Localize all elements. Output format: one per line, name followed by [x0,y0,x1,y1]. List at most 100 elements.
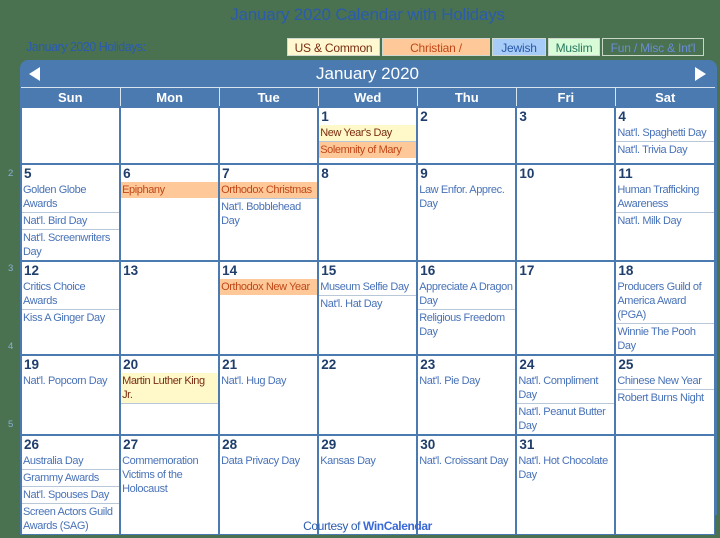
holiday-event[interactable]: Human Trafficking Awareness [616,182,714,213]
day-number: 15 [321,263,337,278]
weekday-header: Wed [317,87,418,107]
day-cell[interactable]: 12 Critics Choice Awards Kiss A Ginger Day [19,260,121,356]
day-number: 7 [222,166,230,181]
day-cell[interactable]: 13 [119,260,220,356]
week-row: 1 New Year's Day Solemnity of Mary 2 3 4 Nat'l… [19,106,716,165]
holiday-event[interactable]: Nat'l. Bobblehead Day [220,199,317,229]
holiday-event[interactable]: Orthodox New Year [220,279,318,295]
holiday-event[interactable]: Kansas Day [319,453,416,469]
holiday-event[interactable]: Museum Selfie Day [319,279,417,296]
day-number: 10 [519,166,535,181]
weekday-header: Thu [416,87,517,107]
legend-christian-catholic[interactable]: Christian / Catholic [382,38,490,73]
holiday-event[interactable]: Nat'l. Peanut Butter Day [517,404,614,434]
day-cell[interactable]: 7 Orthodox Christmas Nat'l. Bobblehead Day [218,163,319,262]
holiday-event[interactable]: Religious Freedom Day [418,310,515,340]
weekday-header: Mon [119,87,220,107]
day-number: 16 [420,263,436,278]
day-number: 17 [519,263,535,278]
legend-fun-misc-intl[interactable]: Fun / Misc & Int'l [602,38,704,56]
holiday-event[interactable]: Producers Guild of America Award (PGA) [616,279,714,324]
holiday-event[interactable]: Robert Burns Night [616,390,714,406]
previous-month-icon[interactable] [29,67,40,81]
holiday-event[interactable]: Orthodox Christmas [220,182,318,199]
day-cell[interactable]: 22 [317,354,418,436]
holiday-event[interactable]: Kiss A Ginger Day [22,310,119,326]
day-cell[interactable]: 8 [317,163,418,262]
day-cell[interactable]: 11 Human Trafficking Awareness Nat'l. Milk… [614,163,716,262]
day-cell[interactable]: 3 [515,106,616,165]
holiday-event[interactable]: Critics Choice Awards [22,279,120,310]
wincalendar-link[interactable]: WinCalendar [363,519,432,533]
month-calendar: January 2020 Sun Mon Tue Wed Thu Fri Sat… [19,60,717,535]
legend-us-common[interactable]: US & Common [287,38,380,56]
holiday-event[interactable]: Nat'l. Popcorn Day [22,373,119,389]
holiday-event[interactable]: Law Enfor. Apprec. Day [418,182,515,212]
day-cell[interactable]: 20 Martin Luther King Jr. [119,354,220,436]
week-number: 4 [8,341,14,352]
holiday-event[interactable]: Nat'l. Screenwriters Day [22,230,119,260]
week-row: 19 Nat'l. Popcorn Day 20 Martin Luther King… [19,354,716,436]
holiday-event[interactable]: Solemnity of Mary [319,142,417,158]
empty-day-cell [19,106,121,165]
holiday-event[interactable]: Epiphany [121,182,219,198]
day-number: 29 [321,437,337,452]
week-number: 2 [8,168,14,179]
holiday-event[interactable]: New Year's Day [319,125,417,142]
day-cell[interactable]: 25 Chinese New Year Robert Burns Night [614,354,716,436]
holiday-event[interactable]: Martin Luther King Jr. [121,373,219,404]
day-cell[interactable]: 1 New Year's Day Solemnity of Mary [317,106,418,165]
day-cell[interactable]: 10 [515,163,616,262]
weekday-header: Tue [218,87,319,107]
holiday-event[interactable]: Chinese New Year [616,373,714,390]
day-cell[interactable]: 5 Golden Globe Awards Nat'l. Bird Day Nat'l… [19,163,121,262]
holiday-event[interactable]: Appreciate A Dragon Day [418,279,516,310]
holiday-event[interactable]: Nat'l. Hot Chocolate Day [517,453,614,483]
day-cell[interactable]: 18 Producers Guild of America Award (PGA)… [614,260,716,356]
next-month-icon[interactable] [695,67,706,81]
day-number: 22 [321,357,337,372]
day-number: 12 [24,263,40,278]
holiday-event[interactable]: Nat'l. Compliment Day [517,373,615,404]
day-number: 31 [519,437,535,452]
day-cell[interactable]: 23 Nat'l. Pie Day [416,354,517,436]
day-number: 24 [519,357,535,372]
footer-credit: Courtesy of WinCalendar [0,519,720,533]
holiday-event[interactable]: Nat'l. Trivia Day [616,142,714,158]
holiday-event[interactable]: Grammy Awards [22,470,120,487]
day-number: 18 [618,263,634,278]
holiday-event[interactable]: Commemoration Victims of the Holocaust [121,453,218,497]
holiday-event[interactable]: Nat'l. Hat Day [319,296,416,312]
day-cell[interactable]: 19 Nat'l. Popcorn Day [19,354,121,436]
day-number: 20 [123,357,139,372]
holiday-event[interactable]: Golden Globe Awards [22,182,120,213]
holiday-event[interactable]: Nat'l. Spouses Day [22,487,120,504]
holiday-event[interactable]: Nat'l. Pie Day [418,373,515,389]
holiday-event[interactable]: Australia Day [22,453,120,470]
day-cell[interactable]: 2 [416,106,517,165]
day-number: 26 [24,437,40,452]
holiday-event[interactable]: Winnie The Pooh Day [616,324,714,354]
legend-muslim[interactable]: Muslim [548,38,600,56]
day-cell[interactable]: 6 Epiphany [119,163,220,262]
holiday-event[interactable]: Nat'l. Hug Day [220,373,317,389]
holiday-event[interactable]: Nat'l. Spaghetti Day [616,125,714,142]
day-cell[interactable]: 4 Nat'l. Spaghetti Day Nat'l. Trivia Day [614,106,716,165]
holiday-event[interactable]: Nat'l. Croissant Day [418,453,515,469]
holiday-event[interactable]: Data Privacy Day [220,453,317,469]
day-cell[interactable]: 14 Orthodox New Year [218,260,319,356]
legend-jewish[interactable]: Jewish [492,38,546,56]
page-title: January 2020 Calendar with Holidays [230,5,505,24]
day-cell[interactable]: 21 Nat'l. Hug Day [218,354,319,436]
day-number: 27 [123,437,139,452]
holiday-event[interactable]: Nat'l. Milk Day [616,213,714,229]
weekday-header-row: Sun Mon Tue Wed Thu Fri Sat [21,87,715,107]
day-number: 9 [420,166,428,181]
day-cell[interactable]: 9 Law Enfor. Apprec. Day [416,163,517,262]
day-cell[interactable]: 17 [515,260,616,356]
week-number: 3 [8,263,14,274]
day-cell[interactable]: 16 Appreciate A Dragon Day Religious Freed… [416,260,517,356]
day-cell[interactable]: 15 Museum Selfie Day Nat'l. Hat Day [317,260,418,356]
day-cell[interactable]: 24 Nat'l. Compliment Day Nat'l. Peanut But… [515,354,616,436]
holiday-event[interactable]: Nat'l. Bird Day [22,213,120,230]
